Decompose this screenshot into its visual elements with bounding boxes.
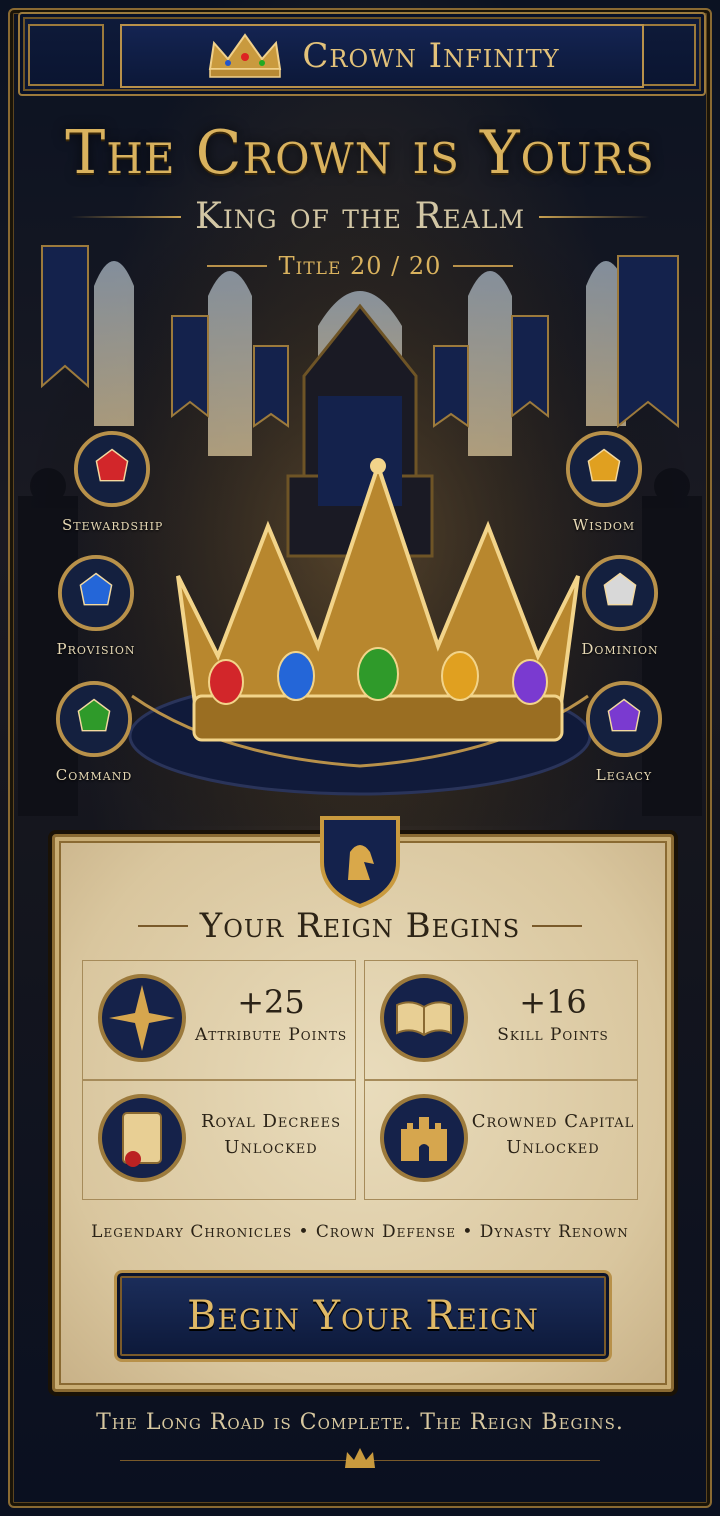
reward-value: +16: [519, 983, 587, 1021]
subtitle-row: King of the Realm: [18, 196, 702, 237]
reward-value: +25: [237, 983, 305, 1021]
unlocked-features: Legendary Chronicles • Crown Defense • D…: [91, 1222, 629, 1242]
level-row: Title 20 / 20: [18, 252, 702, 280]
attribute-provision[interactable]: Provision: [46, 554, 146, 658]
title-level: Title 20 / 20: [278, 252, 442, 280]
divider: [453, 265, 514, 267]
divider: [206, 265, 267, 267]
blue-gem-medallion-icon: [57, 554, 135, 632]
reward-text: Royal Decrees Unlocked: [187, 1109, 355, 1161]
castle-icon: [380, 1094, 468, 1182]
red-gem-medallion-icon: [73, 430, 151, 508]
app-title: Crown Infinity: [302, 36, 560, 76]
reward-royal-decrees: Royal Decrees Unlocked: [82, 1080, 356, 1200]
reward-label: Skill Points: [497, 1025, 609, 1045]
crown-icon: [209, 33, 282, 78]
divider: [532, 925, 583, 927]
reward-line: Royal Decrees: [200, 1111, 342, 1132]
begin-reign-label: Begin Your Reign: [187, 1293, 539, 1339]
attribute-label: Command: [55, 766, 133, 784]
rewards-heading: Your Reign Begins: [199, 906, 521, 946]
gem-shape: [208, 659, 244, 705]
reward-label: Attribute Points: [194, 1025, 348, 1045]
green-gem-medallion-icon: [55, 680, 133, 758]
attribute-label: Stewardship: [62, 516, 164, 534]
reward-line: Crowned Capital: [471, 1111, 635, 1132]
divider: [70, 215, 181, 218]
reward-attribute-points: +25 Attribute Points: [82, 960, 356, 1080]
rank-subtitle: King of the Realm: [194, 196, 526, 237]
header-left-ornament: [28, 24, 104, 86]
open-book-icon: [380, 974, 468, 1062]
compass-star-icon: [98, 974, 186, 1062]
begin-reign-button[interactable]: Begin Your Reign: [114, 1270, 612, 1362]
attribute-stewardship[interactable]: Stewardship: [62, 430, 162, 534]
divider: [137, 925, 188, 927]
attribute-command[interactable]: Command: [44, 680, 144, 784]
reward-line: Unlocked: [506, 1137, 600, 1158]
throne-room-scene: The Crown is Yours King of the Realm Tit…: [18, 96, 702, 826]
footer-text: The Long Road is Complete. The Reign Beg…: [96, 1410, 624, 1435]
reward-text: Crowned Capital Unlocked: [469, 1109, 637, 1161]
gem-shape: [357, 647, 399, 701]
lion-crest-shield-icon: [320, 816, 400, 908]
gem-shape: [277, 651, 315, 701]
victory-title: The Crown is Yours: [65, 118, 655, 188]
attribute-label: Provision: [56, 640, 136, 658]
rewards-grid: +25 Attribute Points +16 Skill Points Ro…: [82, 960, 638, 1200]
royal-crown-icon: [176, 458, 580, 742]
gem-shape: [512, 659, 548, 705]
small-crown-icon: [345, 1448, 375, 1468]
divider: [539, 215, 650, 218]
reward-line: Unlocked: [224, 1137, 318, 1158]
header-bar: Crown Infinity: [18, 12, 706, 96]
header-title-plate: Crown Infinity: [120, 24, 644, 88]
gem-shape: [441, 651, 479, 701]
reward-skill-points: +16 Skill Points: [364, 960, 638, 1080]
victory-screen: Crown Infinity The Crown is Yours King o…: [0, 0, 720, 1516]
scroll-decree-icon: [98, 1094, 186, 1182]
reward-crowned-capital: Crowned Capital Unlocked: [364, 1080, 638, 1200]
panel-heading-row: Your Reign Begins: [52, 906, 668, 946]
